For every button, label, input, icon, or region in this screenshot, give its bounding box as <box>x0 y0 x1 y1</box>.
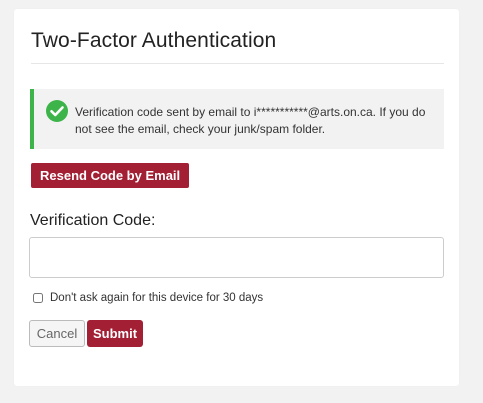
verification-code-label: Verification Code: <box>30 212 156 229</box>
remember-device-row[interactable]: Don't ask again for this device for 30 d… <box>33 291 263 305</box>
remember-device-label[interactable]: Don't ask again for this device for 30 d… <box>50 292 263 304</box>
remember-device-checkbox[interactable] <box>33 293 43 303</box>
resend-code-button[interactable]: Resend Code by Email <box>31 163 190 188</box>
verification-sent-alert: Verification code sent by email to i****… <box>30 89 444 149</box>
cancel-button[interactable]: Cancel <box>29 320 85 347</box>
title-divider <box>31 63 444 64</box>
verification-code-input[interactable] <box>29 237 444 278</box>
alert-message: Verification code sent by email to i****… <box>75 105 426 136</box>
two-factor-card: Two-Factor Authentication Verification c… <box>14 9 459 386</box>
submit-button[interactable]: Submit <box>87 320 143 347</box>
page-title: Two-Factor Authentication <box>31 29 277 52</box>
check-circle-icon <box>45 99 69 123</box>
